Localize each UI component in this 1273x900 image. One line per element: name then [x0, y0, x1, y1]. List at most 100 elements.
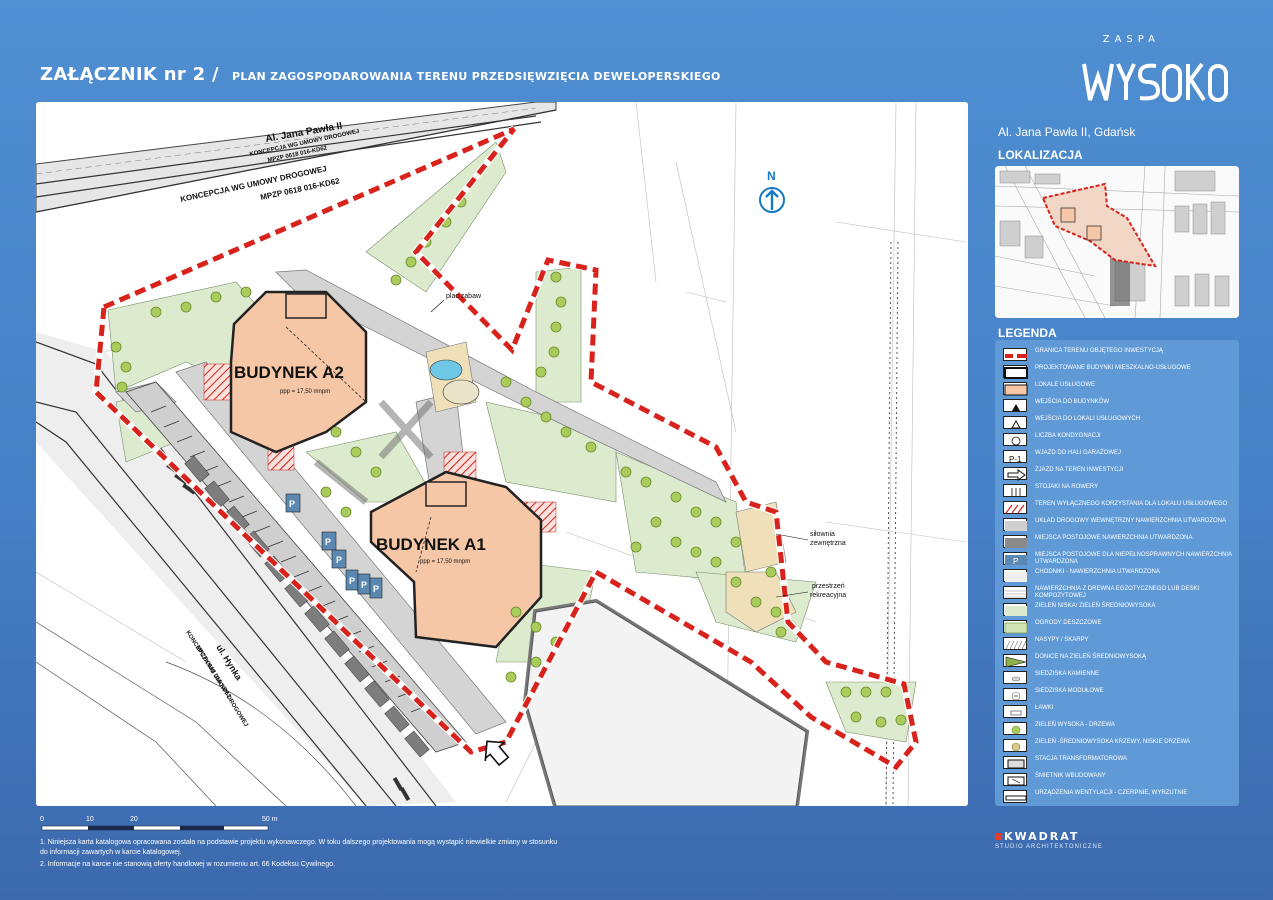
legend-label: ŁAWKI [1035, 705, 1054, 711]
building-a1-ppp: ppp = 17,50 mnpm [420, 559, 470, 565]
tree-icon [390, 274, 402, 286]
legend-item: NASYPY / SKARPY [1001, 637, 1235, 651]
legend-item: P-1 WJAZD DO HALI GARAŻOWEJ [1001, 450, 1235, 464]
tree-icon [405, 256, 417, 268]
legend-item: NAWIERZCHNIA Z DREWNA EGZOTYCZNEGO LUB D… [1001, 586, 1235, 600]
parking-label: P [289, 499, 295, 509]
legend-item: ŁAWKI [1001, 705, 1235, 719]
tree-icon [510, 606, 522, 618]
tree-icon [240, 286, 252, 298]
legend-label: UKŁAD DROGOWY WEWNĘTRZNY NAWIERZCHNIA UT… [1035, 518, 1227, 524]
legend-item: UKŁAD DROGOWY WEWNĘTRZNY NAWIERZCHNIA UT… [1001, 518, 1235, 532]
logo-top-text: ZASPA [1102, 34, 1160, 45]
legend-symbol-arrow-icon [1003, 467, 1027, 481]
legend-symbol-floors-icon [1003, 433, 1027, 446]
project-logo: ZASPA [1078, 28, 1238, 110]
legend-label: PROJEKTOWANE BUDYNKI MIESZKALNO-USŁUGOWE [1035, 365, 1191, 371]
legend-label: OGRODY DESZCZOWE [1035, 620, 1102, 626]
tree-icon [775, 626, 787, 638]
building-a2-ppp: ppp = 17,50 mnpm [280, 389, 330, 395]
legend-item: ŚMIETNIK WBUDOWANY [1001, 773, 1235, 787]
tree-icon [560, 426, 572, 438]
legend-label: LICZBA KONDYGNACJI [1035, 433, 1101, 439]
tree-icon [640, 476, 652, 488]
parking-label: P [336, 555, 342, 565]
legend-symbol-bench-icon [1003, 705, 1027, 718]
legend-label: DONICE NA ZIELEŃ ŚREDNIOWYSOKĄ [1035, 654, 1147, 660]
recreation-label-line2: rekreacyjna [810, 592, 846, 599]
tree-icon [850, 711, 862, 723]
legend-label: MIEJSCA POSTOJOWE DLA NIEPEŁNOSPRAWNYCH … [1035, 552, 1232, 565]
playground-label: plac zabaw [446, 293, 482, 300]
scale-bar-graphic [41, 825, 269, 831]
tree-icon [630, 541, 642, 553]
legend-label: WJAZD DO HALI GARAŻOWEJ [1035, 450, 1122, 456]
scale-label: 10 [86, 816, 94, 823]
tree-icon [548, 346, 560, 358]
tree-icon [150, 306, 162, 318]
legend-symbol-green-low-icon [1003, 603, 1027, 616]
legend-item: STOJAKI NA ROWERY [1001, 484, 1235, 498]
legend-label: NAWIERZCHNIA Z DREWNA EGZOTYCZNEGO LUB D… [1035, 586, 1200, 599]
tree-icon [370, 466, 382, 478]
tree-icon [550, 321, 562, 333]
tree-icon [770, 606, 782, 618]
gym-label-line1: siłownia [810, 531, 835, 538]
footnotes: 1. Niniejsza karta katalogowa opracowana… [40, 838, 557, 870]
tree-icon [550, 271, 562, 283]
tree-icon [180, 301, 192, 313]
tree-icon [585, 441, 597, 453]
page-subtitle: PLAN ZAGOSPODAROWANIA TERENU PRZEDSIĘWZI… [232, 70, 721, 83]
legend-label: URZĄDZENIA WENTYLACJI - CZERPNIE, WYRZUT… [1035, 790, 1188, 796]
legend-symbol-module-seat-icon [1003, 688, 1027, 701]
legend-symbol-shrub-icon [1003, 739, 1027, 752]
legend-item: WEJŚCIA DO LOKALI USŁUGOWYCH [1001, 416, 1235, 430]
company-subtitle: STUDIO ARCHITEKTONICZNE [995, 844, 1103, 850]
legend-symbol-boundary-icon [1003, 348, 1027, 361]
legend-symbol-road-icon [1003, 518, 1027, 531]
tree-icon [320, 486, 332, 498]
parking-label: P [361, 580, 367, 590]
legend-label: SIEDZISKA MODUŁOWE [1035, 688, 1104, 694]
scale-label: 20 [130, 816, 138, 823]
tree-icon [620, 466, 632, 478]
legend-label: WEJŚCIA DO LOKALI USŁUGOWYCH [1035, 416, 1141, 422]
legend-item: PROJEKTOWANE BUDYNKI MIESZKALNO-USŁUGOWE [1001, 365, 1235, 379]
company-logo: KWADRAT STUDIO ARCHITEKTONICZNE [995, 830, 1103, 850]
tree-icon [555, 296, 567, 308]
tree-icon [210, 291, 222, 303]
legend-item: STACJA TRANSFORMATOROWA [1001, 756, 1235, 770]
tree-icon [650, 516, 662, 528]
tree-icon [690, 506, 702, 518]
legend-item: DONICE NA ZIELEŃ ŚREDNIOWYSOKĄ [1001, 654, 1235, 668]
legend-item: LICZBA KONDYGNACJI [1001, 433, 1235, 447]
legend-item: URZĄDZENIA WENTYLACJI - CZERPNIE, WYRZUT… [1001, 790, 1235, 804]
scale-label: 50 m [262, 816, 278, 823]
note-line: do informacji zawartych w karcie katalog… [40, 849, 182, 856]
gym-label-line2: zewnętrzna [810, 540, 846, 547]
company-name: KWADRAT [1004, 830, 1080, 843]
legend-label: STOJAKI NA ROWERY [1035, 484, 1099, 490]
tree-icon [710, 516, 722, 528]
legend-label: STACJA TRANSFORMATOROWA [1035, 756, 1128, 762]
tree-icon [840, 686, 852, 698]
tree-icon [116, 381, 128, 393]
tree-icon [875, 716, 887, 728]
legend-item: P MIEJSCA POSTOJOWE DLA NIEPEŁNOSPRAWNYCH… [1001, 552, 1235, 566]
tree-icon [765, 566, 777, 578]
legend-symbol-vent-icon [1003, 790, 1027, 803]
legend-symbol-wood-icon [1003, 586, 1027, 599]
scale-bar: 0 10 20 50 m [40, 816, 290, 836]
building-a1-label: BUDYNEK A1 [376, 535, 486, 554]
tree-icon [670, 491, 682, 503]
legend-label: ZJAZD NA TEREN INWESTYCJI [1035, 467, 1124, 473]
tree-icon [330, 426, 342, 438]
legend-item: SIEDZISKA KAMIENNE [1001, 671, 1235, 685]
building-a2-label: BUDYNEK A2 [234, 363, 344, 382]
legend-item: OGRODY DESZCZOWE [1001, 620, 1235, 634]
tree-icon [520, 396, 532, 408]
legend-label: MIEJSCA POSTOJOWE NAWIERZCHNIA UTWARDZON… [1035, 535, 1193, 541]
location-heading: LOKALIZACJA [998, 148, 1083, 162]
tree-icon [710, 556, 722, 568]
legend-label: SIEDZISKA KAMIENNE [1035, 671, 1100, 677]
